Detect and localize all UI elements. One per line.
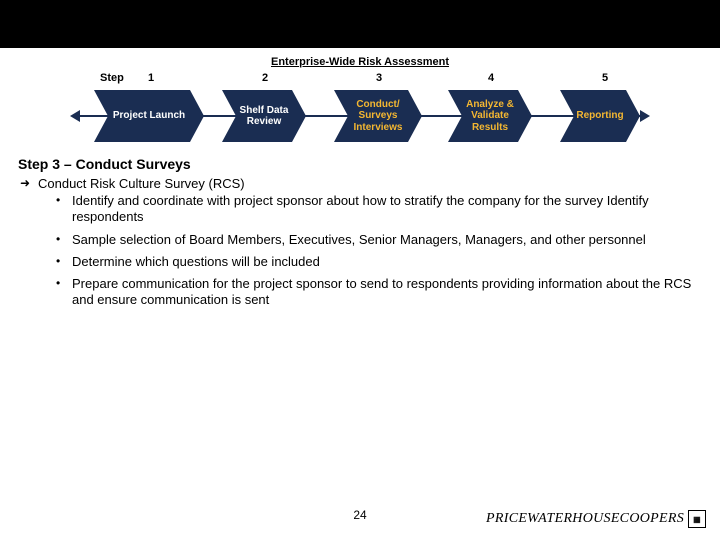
step-box-3: Conduct/ Surveys Interviews [334,90,422,142]
bullet-item: Conduct Risk Culture Survey (RCS) Identi… [18,176,702,309]
sub-bullet-list: Identify and coordinate with project spo… [46,193,702,309]
step-box-4-label: Analyze & Validate Results [452,99,528,134]
step-box-1: Project Launch [94,90,204,142]
sub-bullet-item: Identify and coordinate with project spo… [46,193,702,226]
arrow-left-icon [70,110,80,122]
sub-bullet-item: Determine which questions will be includ… [46,254,702,270]
step-num-3: 3 [376,72,382,84]
step-number-row: Step 1 2 3 4 5 [70,72,650,88]
step-box-3-label: Conduct/ Surveys Interviews [338,99,418,134]
step-box-1-label: Project Launch [113,110,185,122]
step-box-2-label: Shelf Data Review [226,105,302,128]
step-num-4: 4 [488,72,494,84]
page-number: 24 [353,508,366,522]
bullet-list: Conduct Risk Culture Survey (RCS) Identi… [18,176,702,309]
step-num-2: 2 [262,72,268,84]
step-box-5: Reporting [560,90,640,142]
step-box-4: Analyze & Validate Results [448,90,532,142]
sub-bullet-item: Prepare communication for the project sp… [46,276,702,309]
step-num-5: 5 [602,72,608,84]
process-diagram: Enterprise-Wide Risk Assessment Step 1 2… [70,56,650,142]
bullet-text: Conduct Risk Culture Survey (RCS) [38,176,245,191]
step-label: Step [100,72,124,84]
step-box-5-label: Reporting [576,110,623,122]
slide-content: Enterprise-Wide Risk Assessment Step 1 2… [0,56,720,309]
diagram-title: Enterprise-Wide Risk Assessment [70,56,650,68]
logo-text: PRICEWATERHOUSECOOPERS [486,511,684,527]
title-bar [0,0,720,48]
sub-bullet-item: Sample selection of Board Members, Execu… [46,232,702,248]
step-num-1: 1 [148,72,154,84]
arrow-row: Project Launch Shelf Data Review Conduct… [70,90,650,142]
arrow-right-icon [640,110,650,122]
step-box-2: Shelf Data Review [222,90,306,142]
logo-mark-icon: ▦ [688,510,706,528]
footer-logo: PRICEWATERHOUSECOOPERS ▦ [486,510,706,528]
section-heading: Step 3 – Conduct Surveys [18,156,702,172]
